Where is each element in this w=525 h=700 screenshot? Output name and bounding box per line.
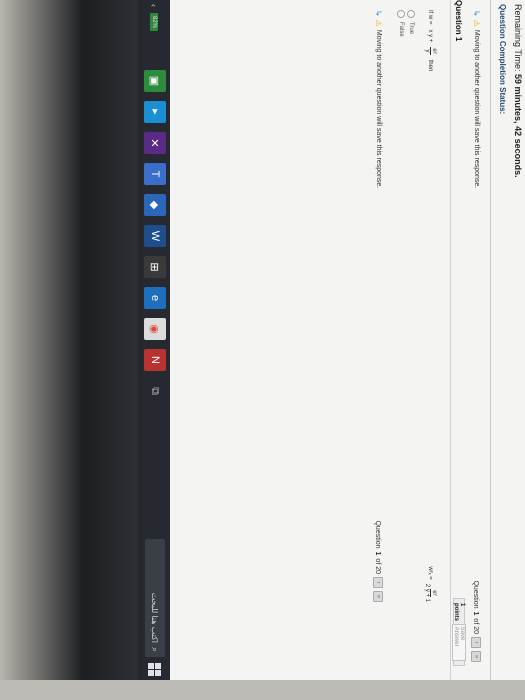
question-counter-bottom: Question 1 of 20 › » bbox=[373, 520, 383, 602]
photo-icon[interactable]: N bbox=[144, 349, 166, 371]
search-icon: ⌕ bbox=[150, 646, 161, 652]
radio-true[interactable] bbox=[407, 10, 415, 18]
stem-numerator: eʸ bbox=[430, 47, 437, 55]
edge-icon[interactable]: e bbox=[144, 287, 166, 309]
points-box: 1 points Save Answer bbox=[452, 598, 466, 666]
system-tray: ‹ 82% bbox=[149, 4, 159, 32]
points-value: 1 points bbox=[453, 603, 465, 621]
stem-expr: x y + bbox=[427, 29, 434, 43]
windows-start-icon[interactable] bbox=[148, 663, 162, 676]
save-warning-bottom: ↳ ⚠ Moving to another question will save… bbox=[374, 10, 383, 188]
teams-icon[interactable]: T bbox=[144, 163, 166, 185]
option-false[interactable]: False bbox=[397, 10, 405, 37]
option-true-label: True bbox=[408, 22, 414, 35]
save-warning-text: Moving to another question will save thi… bbox=[473, 29, 480, 189]
stem-then: then bbox=[427, 59, 434, 72]
save-answer-button[interactable]: Save Answer bbox=[452, 623, 466, 661]
cube-icon[interactable]: ◆ bbox=[144, 194, 166, 216]
mail-icon[interactable]: ✕ bbox=[144, 132, 166, 154]
remaining-time-label: Remaining Time: bbox=[513, 4, 523, 72]
arrow-icon: ↳ bbox=[374, 10, 383, 17]
next-question-button[interactable]: › bbox=[373, 577, 383, 588]
store-icon[interactable]: ⊞ bbox=[144, 256, 166, 278]
equation-denominator: 2 y + 1 bbox=[424, 583, 430, 602]
last-question-button[interactable]: » bbox=[471, 651, 481, 662]
warning-icon: ⚠ bbox=[374, 19, 383, 27]
equation-numerator: eʸ bbox=[430, 589, 437, 597]
battery-indicator[interactable]: 82% bbox=[150, 13, 158, 32]
counter-number: 1 bbox=[374, 551, 382, 556]
option-false-label: False bbox=[398, 22, 404, 37]
word-icon[interactable]: W bbox=[144, 225, 166, 247]
save-warning-text: Moving to another question will save thi… bbox=[375, 29, 382, 189]
stem-if: If w = bbox=[427, 10, 434, 25]
question-counter-top: Question 1 of 20 › » bbox=[471, 580, 481, 662]
bluestacks-icon[interactable]: ▣ bbox=[144, 70, 166, 92]
browser-content: Remaining Time: 59 minutes, 42 seconds. … bbox=[170, 0, 525, 680]
equation-lhs: wʸₓ = bbox=[427, 566, 434, 580]
counter-label: Question bbox=[472, 580, 480, 609]
search-placeholder: اكتب هنا للبحث bbox=[150, 592, 160, 643]
arrow-icon: ↳ bbox=[472, 10, 481, 17]
question-title: Question 1 bbox=[454, 0, 463, 42]
question-stem: If w = x y + eʸ y then bbox=[424, 10, 437, 71]
divider bbox=[490, 0, 491, 680]
last-question-button[interactable]: » bbox=[373, 591, 383, 602]
laptop-bezel bbox=[0, 0, 138, 680]
pinned-apps: ▣ ▶ ✕ T ◆ W ⊞ e ◉ N ⧉ bbox=[144, 70, 166, 402]
prime-icon[interactable]: ▶ bbox=[144, 101, 166, 123]
stem-denominator: y bbox=[424, 49, 430, 53]
taskbar-search-box[interactable]: اكتب هنا للبحث ⌕ bbox=[145, 539, 165, 657]
counter-label: Question bbox=[374, 520, 382, 549]
stem-fraction: eʸ y bbox=[424, 47, 437, 55]
warning-icon: ⚠ bbox=[472, 19, 481, 27]
remaining-time: Remaining Time: 59 minutes, 42 seconds. bbox=[513, 4, 523, 178]
counter-total: of 20 bbox=[472, 618, 480, 634]
taskbar-search-area: اكتب هنا للبحث ⌕ bbox=[145, 539, 165, 676]
divider bbox=[450, 0, 451, 680]
taskview-icon[interactable]: ⧉ bbox=[144, 380, 166, 402]
next-question-button[interactable]: › bbox=[471, 637, 481, 648]
question-equation: wʸₓ = eʸ 2 y + 1 bbox=[424, 566, 437, 602]
counter-total: of 20 bbox=[374, 558, 382, 574]
save-warning-top: ↳ ⚠ Moving to another question will save… bbox=[472, 10, 481, 188]
remaining-time-value: 59 minutes, 42 seconds. bbox=[513, 74, 523, 178]
completion-status-link[interactable]: Question Completion Status: bbox=[498, 4, 507, 114]
chrome-icon[interactable]: ◉ bbox=[144, 318, 166, 340]
equation-fraction: eʸ 2 y + 1 bbox=[424, 584, 437, 602]
counter-number: 1 bbox=[472, 611, 480, 616]
laptop-screen: Remaining Time: 59 minutes, 42 seconds. … bbox=[0, 0, 525, 680]
option-true[interactable]: True bbox=[407, 10, 415, 34]
tray-expand-icon[interactable]: ‹ bbox=[149, 4, 159, 7]
windows-taskbar: ‹ 82% ▣ ▶ ✕ T ◆ W ⊞ e ◉ N ⧉ اكتب هنا للب… bbox=[138, 0, 170, 680]
radio-false[interactable] bbox=[397, 10, 405, 18]
